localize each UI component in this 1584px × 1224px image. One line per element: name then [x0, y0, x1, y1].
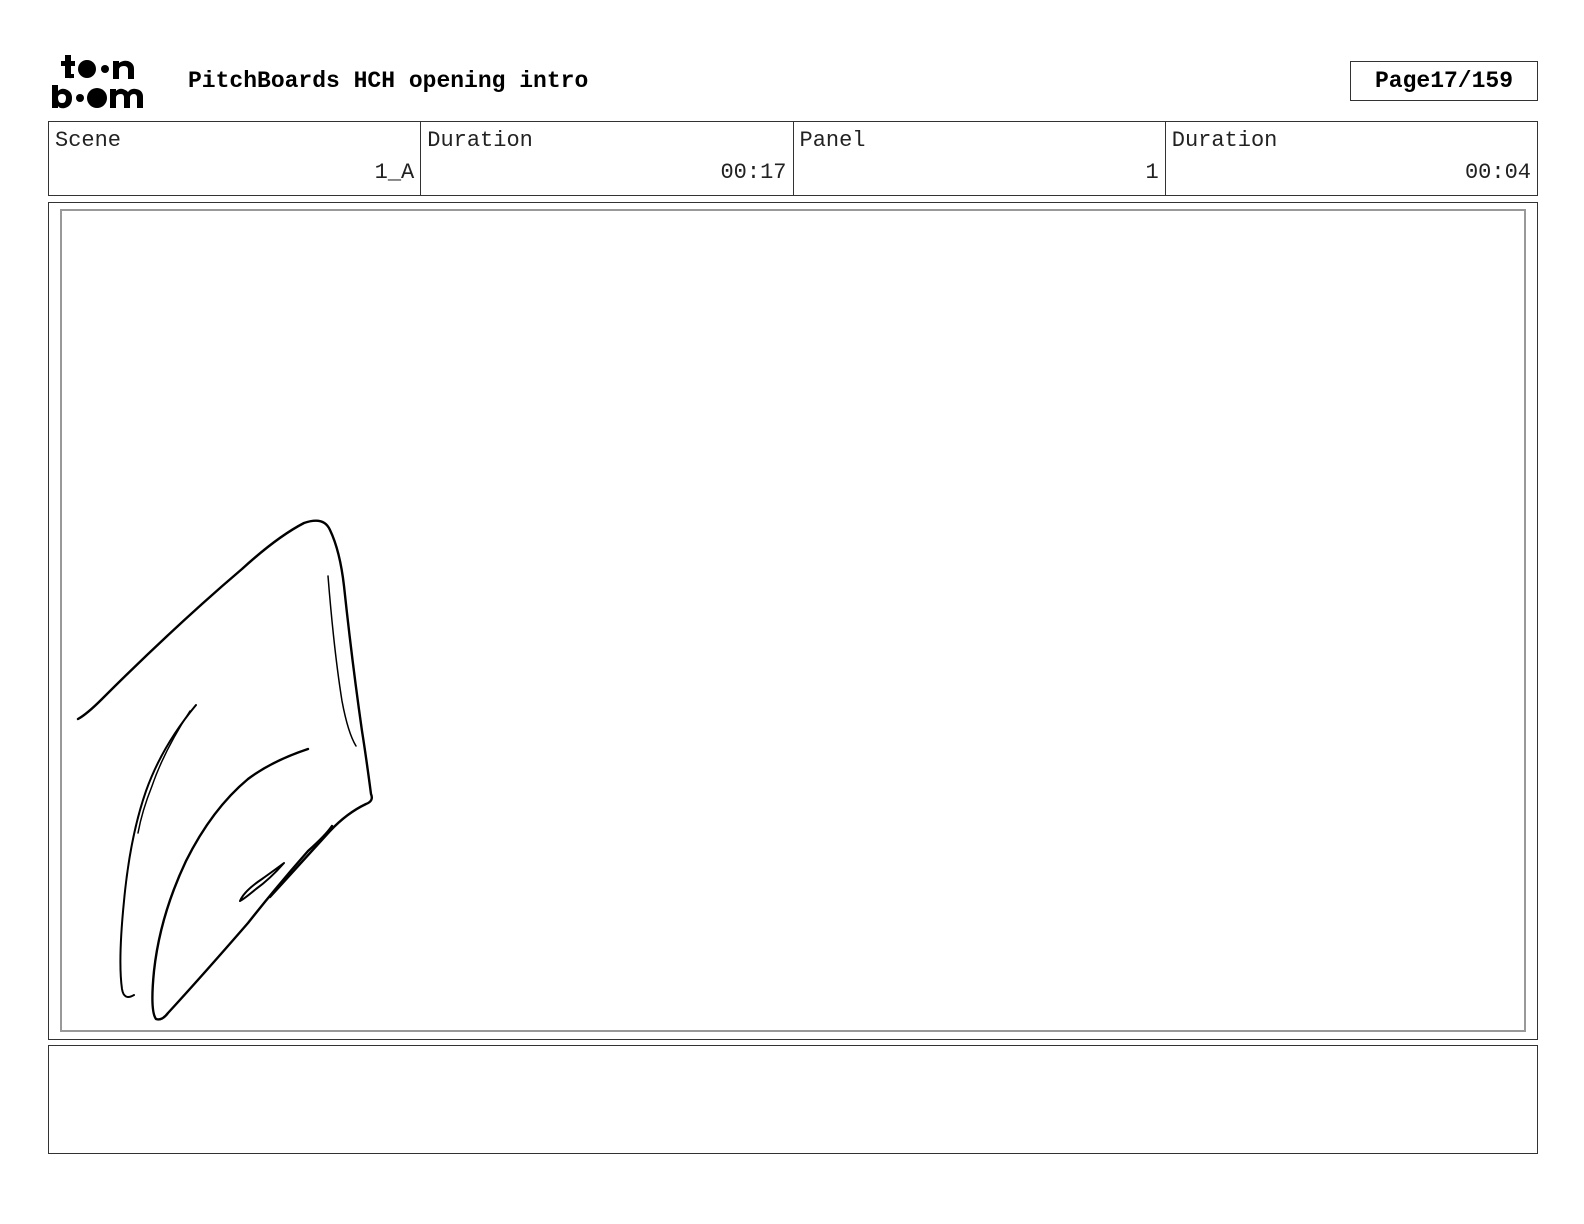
- scene-value: 1_A: [374, 160, 415, 185]
- page-label: Page: [1374, 68, 1431, 94]
- scene-cell: Scene 1_A: [49, 122, 422, 195]
- scene-info-table: Scene 1_A Duration 00:17 Panel 1 Duratio…: [48, 121, 1538, 196]
- scene-duration-label: Duration: [427, 128, 533, 153]
- scene-duration-cell: Duration 00:17: [421, 122, 794, 195]
- panel-canvas: [60, 209, 1526, 1032]
- document-title: PitchBoards HCH opening intro: [188, 68, 589, 94]
- panel-duration-cell: Duration 00:04: [1166, 122, 1537, 195]
- scene-label: Scene: [55, 128, 122, 153]
- scene-duration-value: 00:17: [720, 160, 787, 185]
- panel-duration-label: Duration: [1171, 128, 1278, 153]
- page-indicator: Page 17/159: [1350, 61, 1538, 101]
- toonboom-logo-icon: [52, 55, 143, 109]
- sketch-drawing: [76, 519, 374, 1021]
- page-number: 17/159: [1430, 68, 1514, 94]
- panel-value: 1: [1145, 160, 1159, 185]
- panel-label: Panel: [799, 128, 866, 153]
- panel-cell: Panel 1: [794, 122, 1166, 195]
- notes-box: [48, 1045, 1538, 1154]
- panel-duration-value: 00:04: [1464, 160, 1531, 185]
